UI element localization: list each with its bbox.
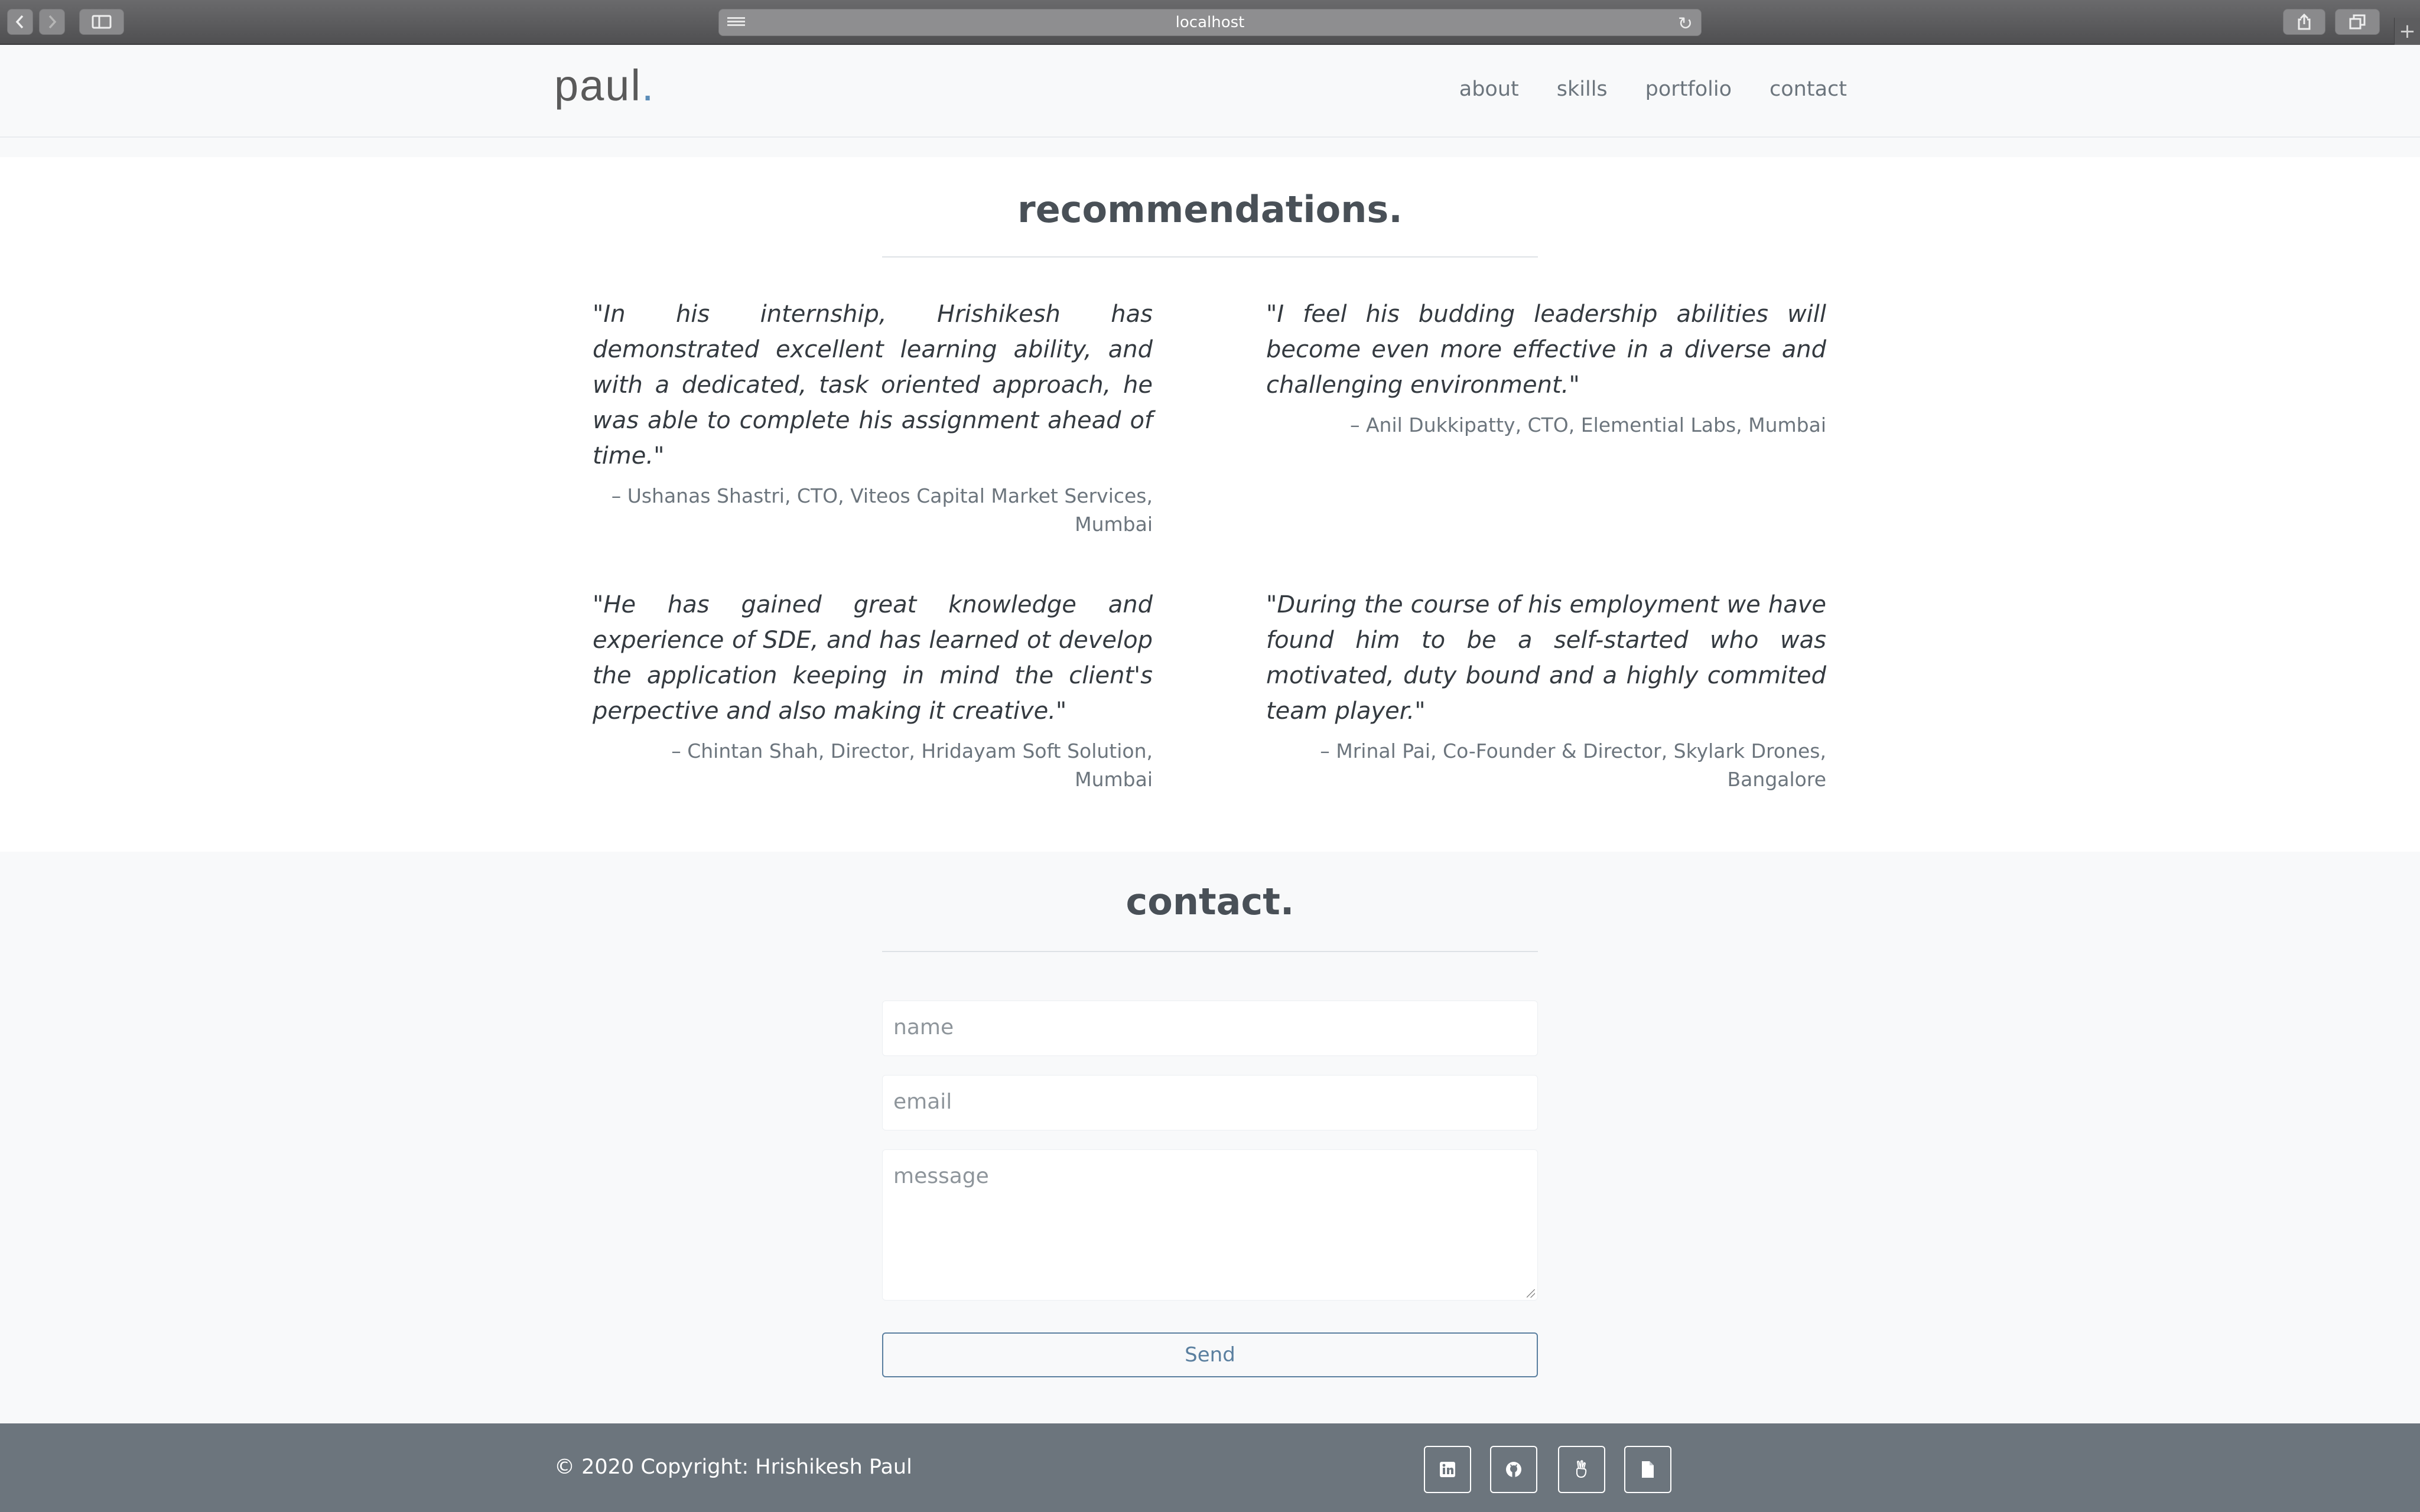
address-text: localhost	[1175, 14, 1245, 31]
recommendation-quote-2: "I feel his budding leadership abilities…	[1266, 301, 1826, 399]
linkedin-icon	[1440, 1462, 1455, 1477]
back-button[interactable]	[7, 9, 33, 35]
nav-link-contact[interactable]: contact	[1770, 77, 1847, 101]
github-button[interactable]	[1490, 1446, 1537, 1493]
share-button[interactable]	[2283, 9, 2325, 35]
recommendations-title: recommendations.	[1017, 188, 1403, 231]
send-button[interactable]: Send	[882, 1332, 1538, 1377]
nav-spacer	[0, 138, 2420, 157]
site-logo[interactable]: paul.	[554, 60, 655, 110]
chevron-right-icon	[48, 15, 57, 29]
address-bar[interactable]: localhost ↻	[718, 9, 1702, 36]
site-footer: © 2020 Copyright: Hrishikesh Paul	[0, 1423, 2420, 1512]
copyright-text: © 2020 Copyright: Hrishikesh Paul	[554, 1455, 912, 1479]
contact-divider	[882, 951, 1538, 952]
new-tab-button[interactable]: +	[2394, 18, 2420, 45]
contact-title: contact.	[1126, 880, 1294, 923]
nav-link-about[interactable]: about	[1459, 77, 1519, 101]
angellist-icon	[1576, 1460, 1587, 1478]
chevron-left-icon	[15, 15, 24, 29]
tabs-overview-button[interactable]	[2335, 9, 2380, 35]
recommendation-quote-3: "He has gained great knowledge and exper…	[593, 591, 1153, 725]
recommendations-section: recommendations. "In his internship, Hri…	[0, 157, 2420, 852]
angellist-button[interactable]	[1558, 1446, 1605, 1493]
github-icon	[1506, 1462, 1521, 1477]
resume-button[interactable]	[1624, 1446, 1671, 1493]
recommendation-author-1: – Ushanas Shastri, CTO, Viteos Capital M…	[611, 484, 1153, 536]
sidebar-icon	[92, 15, 112, 29]
name-input[interactable]: name	[882, 1001, 1538, 1056]
recommendation-author-4: – Mrinal Pai, Co-Founder & Director, Sky…	[1320, 739, 1826, 791]
reload-icon[interactable]: ↻	[1678, 14, 1693, 34]
reader-menu-icon[interactable]	[727, 15, 745, 30]
logo-dot: .	[641, 61, 655, 110]
recommendation-quote-1: "In his internship, Hrishikesh has demon…	[593, 301, 1153, 470]
linkedin-button[interactable]	[1424, 1446, 1471, 1493]
nav-link-skills[interactable]: skills	[1557, 77, 1608, 101]
browser-toolbar: localhost ↻ +	[0, 0, 2420, 45]
contact-section: contact. name email message Send	[0, 852, 2420, 1423]
share-icon	[2298, 13, 2311, 30]
tabs-icon	[2349, 14, 2366, 30]
resume-file-icon	[1642, 1461, 1654, 1478]
email-input[interactable]: email	[882, 1075, 1538, 1130]
message-textarea[interactable]: message	[882, 1149, 1538, 1301]
forward-button[interactable]	[39, 9, 65, 35]
recommendations-divider	[882, 256, 1538, 258]
site-navbar: paul. about skills portfolio contact	[0, 45, 2420, 138]
logo-text: paul	[554, 61, 642, 110]
recommendation-quote-4: "During the course of his employment we …	[1266, 591, 1826, 725]
nav-links: about skills portfolio contact	[1459, 77, 1847, 101]
recommendation-author-2: – Anil Dukkipatty, CTO, Elemential Labs,…	[1349, 413, 1826, 436]
sidebar-toggle-button[interactable]	[79, 9, 124, 35]
nav-link-portfolio[interactable]: portfolio	[1645, 77, 1732, 101]
recommendation-author-3: – Chintan Shah, Director, Hridayam Soft …	[671, 739, 1153, 791]
